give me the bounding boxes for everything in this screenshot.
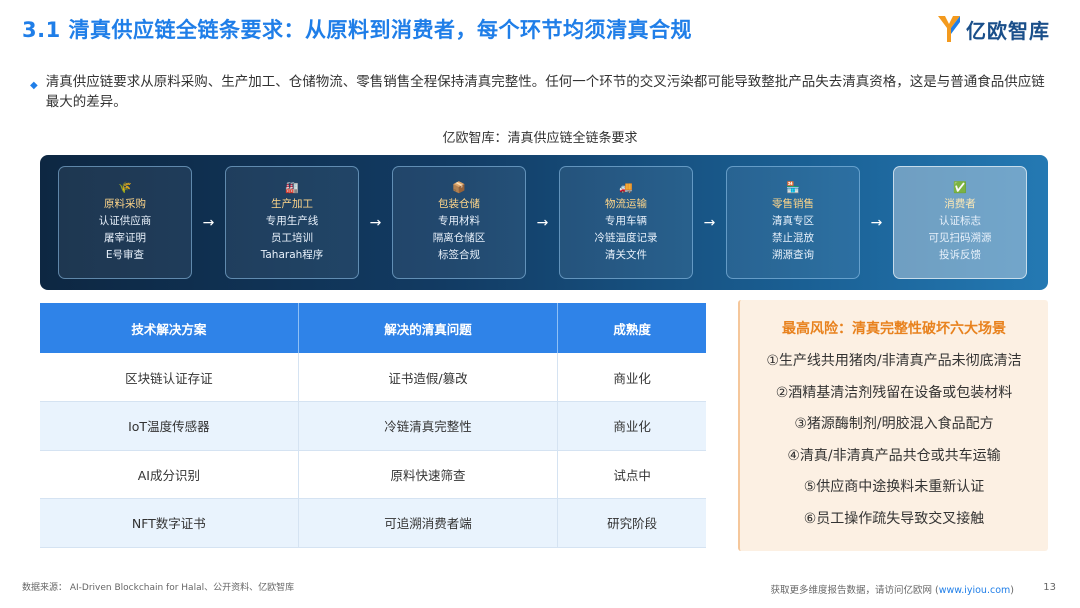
stage-line: 员工培训 [271, 232, 313, 244]
arrow-right-icon: → [369, 214, 382, 231]
stage-line: 认证供应商 [98, 215, 152, 227]
data-source: 数据来源： AI-Driven Blockchain for Halal、公开资… [22, 583, 295, 593]
package-icon: 📦 [452, 181, 466, 194]
stage-processing: 🏭 生产加工 专用生产线 员工培训 Taharah程序 [225, 166, 359, 279]
diamond-bullet-icon: ◆ [30, 80, 38, 91]
footer-close: ) [1010, 585, 1014, 596]
page-number: 13 [1043, 582, 1056, 593]
stage-retail: 🏪 零售销售 清真专区 禁止混放 溯源查询 [726, 166, 860, 279]
stage-logistics: 🚚 物流运输 专用车辆 冷链温度记录 清关文件 [559, 166, 693, 279]
risk-item: ⑥员工操作疏失导致交叉接触 [803, 510, 985, 527]
flow-title: 亿欧智库：清真供应链全链条要求 [442, 131, 638, 146]
stage-line: 投诉反馈 [939, 249, 981, 261]
stage-consumer: ✅ 消费者 认证标志 可见扫码溯源 投诉反馈 [893, 166, 1027, 279]
table-cell: 冷链清真完整性 [298, 401, 559, 451]
stage-name: 消费者 [944, 198, 976, 210]
table-row: AI成分识别 原料快速筛查 试点中 [40, 450, 706, 499]
stage-line: Taharah程序 [260, 249, 324, 261]
stage-line: 清关文件 [605, 249, 647, 261]
stage-line: 可见扫码溯源 [928, 232, 992, 244]
table-cell: IoT温度传感器 [40, 401, 299, 451]
stage-line: 标签合规 [438, 249, 480, 261]
stage-name: 生产加工 [271, 198, 313, 210]
brand-logo: 亿欧智库 [936, 14, 1050, 44]
risk-item: ③猪源酶制剂/明胶混入食品配方 [794, 416, 994, 432]
stage-name: 零售销售 [772, 198, 814, 210]
stage-name: 原料采购 [104, 198, 146, 210]
stage-line: 清真专区 [772, 215, 814, 227]
factory-icon: 🏭 [285, 181, 299, 194]
store-icon: 🏪 [786, 181, 800, 194]
stage-line: 禁止混放 [772, 232, 814, 244]
logo-mark-icon [938, 16, 960, 42]
arrow-right-icon: → [703, 214, 716, 231]
stage-line: E号审查 [105, 249, 145, 261]
table-cell: 区块链认证存证 [40, 353, 299, 402]
table-row: 区块链认证存证 证书造假/篡改 商业化 [40, 353, 706, 402]
arrow-right-icon: → [536, 214, 549, 231]
table-cell: NFT数字证书 [40, 498, 299, 548]
stage-line: 专用车辆 [605, 215, 647, 227]
stage-line: 屠宰证明 [104, 232, 146, 244]
risk-item: ⑤供应商中途换料未重新认证 [803, 479, 985, 495]
stage-line: 认证标志 [939, 215, 981, 227]
stage-line: 冷链温度记录 [594, 232, 658, 244]
table-cell: 证书造假/篡改 [298, 353, 559, 402]
stage-line: 隔离仓储区 [432, 232, 486, 244]
stage-name: 包装仓储 [438, 198, 480, 210]
page-title: 3.1 清真供应链全链条要求：从原料到消费者，每个环节均须清真合规 [22, 18, 693, 42]
column-header: 技术解决方案 [40, 303, 299, 353]
arrow-right-icon: → [870, 214, 883, 231]
table-cell: 原料快速筛查 [298, 450, 559, 499]
risk-item: ④清真/非清真产品共仓或共车运输 [787, 447, 1001, 464]
table-header-row: 技术解决方案 解决的清真问题 成熟度 [40, 303, 706, 353]
table-cell: 研究阶段 [557, 498, 706, 548]
table-cell: 试点中 [557, 450, 706, 499]
stage-line: 溯源查询 [772, 249, 814, 261]
intro-paragraph: ◆ 清真供应链要求从原料采购、生产加工、仓储物流、零售销售全程保持清真完整性。任… [30, 72, 1055, 112]
risk-panel: 最高风险：清真完整性破坏六大场景 ①生产线共用猪肉/非清真产品未彻底清洁 ②酒精… [738, 300, 1048, 551]
stage-sourcing: 🌾 原料采购 认证供应商 屠宰证明 E号审查 [58, 166, 192, 279]
column-header: 成熟度 [557, 303, 706, 353]
logo-text: 亿欧智库 [966, 18, 1050, 43]
table-cell: 可追溯消费者端 [298, 498, 559, 548]
stage-line: 专用材料 [438, 215, 480, 227]
column-header: 解决的清真问题 [298, 303, 559, 353]
table-row: NFT数字证书 可追溯消费者端 研究阶段 [40, 498, 706, 548]
risk-item: ②酒精基清洁剂残留在设备或包装材料 [775, 384, 1013, 401]
wheat-icon: 🌾 [118, 181, 132, 194]
table-cell: 商业化 [557, 401, 706, 451]
table-cell: 商业化 [557, 353, 706, 402]
truck-icon: 🚚 [619, 181, 633, 194]
stage-name: 物流运输 [605, 198, 647, 210]
supply-chain-flow: 🌾 原料采购 认证供应商 屠宰证明 E号审查 → 🏭 生产加工 专用生产线 员工… [40, 155, 1048, 290]
intro-text: 清真供应链要求从原料采购、生产加工、仓储物流、零售销售全程保持清真完整性。任何一… [45, 74, 1045, 110]
stage-line: 专用生产线 [265, 215, 319, 227]
arrow-right-icon: → [202, 214, 215, 231]
table-cell: AI成分识别 [40, 450, 299, 499]
tech-solutions-table: 技术解决方案 解决的清真问题 成熟度 区块链认证存证 证书造假/篡改 商业化 I… [40, 303, 706, 548]
risk-title: 最高风险：清真完整性破坏六大场景 [782, 321, 1006, 337]
risk-item: ①生产线共用猪肉/非清真产品未彻底清洁 [766, 353, 1022, 369]
stage-packaging: 📦 包装仓储 专用材料 隔离仓储区 标签合规 [392, 166, 526, 279]
check-icon: ✅ [953, 181, 967, 194]
website-link[interactable]: www.iyiou.com [939, 585, 1011, 596]
footer-text: 获取更多维度报告数据，请访问亿欧网 ( [770, 585, 939, 596]
footer-note: 获取更多维度报告数据，请访问亿欧网 (www.iyiou.com) [771, 582, 1014, 596]
table-row: IoT温度传感器 冷链清真完整性 商业化 [40, 401, 706, 451]
